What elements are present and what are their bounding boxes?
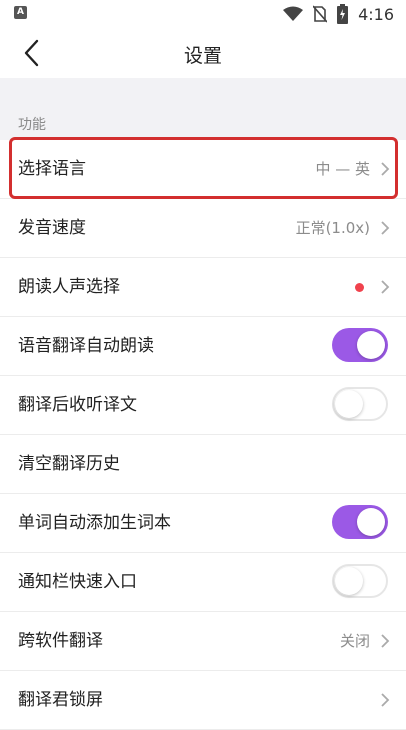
section-header: 功能 (18, 117, 46, 133)
setting-label: 通知栏快速入口 (18, 572, 137, 592)
toggle-knob (335, 567, 363, 595)
auto-read-toggle[interactable] (332, 328, 388, 362)
battery-charging-icon (337, 4, 349, 24)
section-background (0, 78, 406, 140)
setting-row-listen-after-translate: 翻译后收听译文 (0, 376, 406, 435)
top-app-bar: 设置 (0, 28, 406, 78)
app-notification-icon: A (14, 6, 27, 19)
setting-row-auto-read-voice-translation: 语音翻译自动朗读 (0, 317, 406, 376)
setting-value: 中 — 英 (315, 160, 370, 178)
no-sim-icon (313, 5, 328, 23)
chevron-right-icon (381, 221, 390, 235)
toggle-knob (335, 390, 363, 418)
wifi-icon (283, 6, 304, 21)
setting-value: 关闭 (339, 632, 370, 650)
new-indicator-dot (355, 283, 364, 292)
setting-label: 发音速度 (18, 218, 86, 238)
setting-label: 翻译君锁屏 (18, 690, 103, 710)
listen-after-translate-toggle[interactable] (332, 387, 388, 421)
auto-add-vocabulary-toggle[interactable] (332, 505, 388, 539)
setting-label: 跨软件翻译 (18, 631, 103, 651)
setting-row-select-language[interactable]: 选择语言 中 — 英 (0, 140, 406, 199)
toggle-knob (357, 508, 385, 536)
toggle-knob (357, 331, 385, 359)
setting-row-voice-selection[interactable]: 朗读人声选择 (0, 258, 406, 317)
chevron-right-icon (381, 162, 390, 176)
setting-label: 单词自动添加生词本 (18, 513, 171, 533)
status-icons: 4:16 (283, 3, 394, 25)
notification-shortcut-toggle[interactable] (332, 564, 388, 598)
setting-label: 语音翻译自动朗读 (18, 336, 154, 356)
clock: 4:16 (358, 4, 394, 24)
setting-row-notification-shortcut: 通知栏快速入口 (0, 553, 406, 612)
chevron-right-icon (381, 280, 390, 294)
setting-label: 朗读人声选择 (18, 277, 120, 297)
chevron-right-icon (381, 693, 390, 707)
setting-label: 选择语言 (18, 159, 86, 179)
setting-row-cross-app-translate[interactable]: 跨软件翻译 关闭 (0, 612, 406, 671)
setting-value: 正常(1.0x) (295, 219, 370, 237)
chevron-right-icon (381, 634, 390, 648)
setting-row-lock-screen[interactable]: 翻译君锁屏 (0, 671, 406, 730)
setting-row-clear-history[interactable]: 清空翻译历史 (0, 435, 406, 494)
settings-list: 选择语言 中 — 英 发音速度 正常(1.0x) 朗读人声选择 语音翻译自动朗读… (0, 140, 406, 730)
setting-row-auto-add-vocabulary: 单词自动添加生词本 (0, 494, 406, 553)
setting-label: 清空翻译历史 (18, 454, 120, 474)
setting-row-pronunciation-speed[interactable]: 发音速度 正常(1.0x) (0, 199, 406, 258)
status-bar: A 4:16 (0, 0, 406, 28)
page-title: 设置 (183, 45, 222, 67)
setting-label: 翻译后收听译文 (18, 395, 137, 415)
